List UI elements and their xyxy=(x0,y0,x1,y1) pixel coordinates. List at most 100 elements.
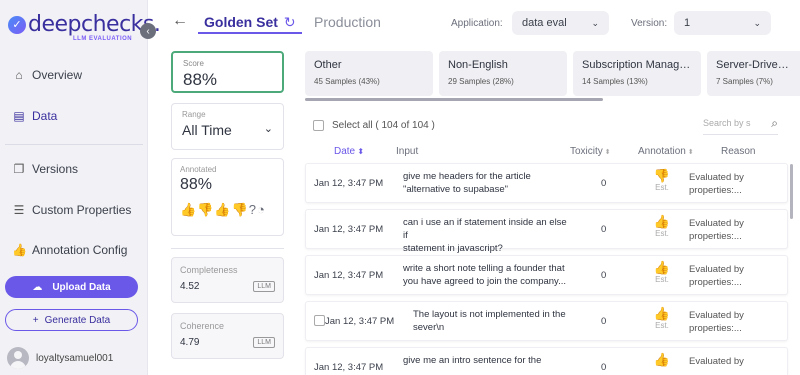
thumbs-up-outline-icon[interactable]: 👍 xyxy=(214,202,231,217)
property-name: Completeness xyxy=(180,265,238,275)
application-select[interactable]: data eval ⌄ xyxy=(512,11,609,35)
question-icon[interactable]: ? xyxy=(249,202,257,217)
column-header-date[interactable]: Date ⬍ xyxy=(334,146,364,157)
logo[interactable]: ✓ deepchecks. xyxy=(8,12,161,37)
row-reason: Evaluated by xyxy=(689,355,744,368)
upload-data-button[interactable]: ☁ Upload Data xyxy=(5,276,138,298)
sidebar-divider xyxy=(5,144,143,145)
table-scrollbar[interactable] xyxy=(790,164,793,219)
row-reason: Evaluated by properties:... xyxy=(689,217,744,243)
category-samples: 7 Samples (7%) xyxy=(716,77,773,86)
score-title: Score xyxy=(183,59,204,68)
row-reason-line: Evaluated by xyxy=(689,172,744,183)
category-scrollbar[interactable] xyxy=(305,98,603,101)
table-row[interactable]: Jan 12, 3:47 PM The layout is not implem… xyxy=(305,301,788,341)
username: loyaltysamuel001 xyxy=(36,352,114,364)
row-date: Jan 12, 3:47 PM xyxy=(314,178,384,189)
category-samples: 29 Samples (28%) xyxy=(448,77,514,86)
sidebar-item-data[interactable]: ▤ Data xyxy=(12,109,57,123)
clock-icon[interactable]: ◔ xyxy=(257,202,266,217)
category-name: Non-English xyxy=(448,59,508,71)
user-profile[interactable]: loyaltysamuel001 xyxy=(7,347,113,369)
category-name: Other xyxy=(314,59,342,71)
sidebar-item-label: Custom Properties xyxy=(32,203,132,217)
thumbs-down-filled-icon[interactable]: 👎 xyxy=(197,202,214,217)
row-annotation[interactable]: 👍 Est. xyxy=(650,307,674,331)
table-row[interactable]: Jan 12, 3:47 PM can i use an if statemen… xyxy=(305,209,788,254)
search-input[interactable]: Search by s ⌕ xyxy=(703,116,778,135)
category-card-other[interactable]: Other 45 Samples (43%) xyxy=(305,51,433,96)
category-card-subscription[interactable]: Subscription Manage… 14 Samples (13%) xyxy=(573,51,701,96)
sort-icon: ⬍ xyxy=(687,149,694,156)
range-select[interactable]: Range All Time ⌄ xyxy=(171,103,284,150)
logo-subtitle: LLM EVALUATION xyxy=(73,36,133,42)
version-select[interactable]: 1 ⌄ xyxy=(674,11,771,35)
sidebar-item-label: Overview xyxy=(32,68,83,82)
sort-icon: ⬍ xyxy=(604,149,611,156)
sidebar-item-versions[interactable]: ❐ Versions xyxy=(12,162,78,176)
row-annotation[interactable]: 👎 Est. xyxy=(650,169,674,193)
table-row[interactable]: Jan 12, 3:47 PM give me headers for the … xyxy=(305,163,788,203)
row-input: write a short note telling a founder tha… xyxy=(403,262,573,288)
upload-data-label: Upload Data xyxy=(52,281,111,293)
chevron-left-icon: ‹ xyxy=(146,25,150,37)
annotated-card: Annotated 88% 👍👎👍👎?◔ xyxy=(171,158,284,236)
category-name: Subscription Manage… xyxy=(582,59,692,71)
score-card[interactable]: Score 88% xyxy=(171,51,284,93)
property-card-coherence[interactable]: Coherence 4.79 LLM xyxy=(171,313,284,359)
column-header-input: Input xyxy=(396,146,418,157)
select-all-label: Select all ( 104 of 104 ) xyxy=(332,120,435,131)
row-annotation[interactable]: 👍 xyxy=(650,353,674,367)
row-input: The layout is not implemented in the seve… xyxy=(413,308,583,334)
sidebar-item-overview[interactable]: ⌂ Overview xyxy=(12,68,82,82)
generate-data-button[interactable]: + Generate Data xyxy=(5,309,138,331)
table-row[interactable]: Jan 12, 3:47 PM write a short note telli… xyxy=(305,255,788,295)
row-input: give me headers for the article "alternat… xyxy=(403,170,573,196)
row-reason-line: properties:... xyxy=(689,277,742,288)
copy-icon: ❐ xyxy=(13,162,25,176)
collapse-sidebar-button[interactable]: ‹ xyxy=(140,23,156,39)
row-annotation[interactable]: 👍 Est. xyxy=(650,215,674,239)
table-row[interactable]: Jan 12, 3:47 PM give me an intro sentenc… xyxy=(305,347,788,375)
row-reason: Evaluated by properties:... xyxy=(689,171,744,197)
column-header-label: Reason xyxy=(721,146,756,157)
score-value: 88% xyxy=(183,70,218,89)
table-icon: ▤ xyxy=(13,109,25,123)
column-header-toxicity[interactable]: Toxicity ⬍ xyxy=(570,146,611,157)
column-header-label: Date xyxy=(334,146,356,157)
column-header-annotation[interactable]: Annotation ⬍ xyxy=(638,146,694,157)
thumbs-up-filled-icon[interactable]: 👍 xyxy=(180,202,197,217)
search-placeholder: Search by s xyxy=(703,118,751,128)
cloud-upload-icon: ☁ xyxy=(32,281,43,293)
tab-golden-set-label: Golden Set xyxy=(204,14,278,30)
property-card-completeness[interactable]: Completeness 4.52 LLM xyxy=(171,257,284,303)
row-reason-line: Evaluated by xyxy=(689,310,744,321)
row-input-line: you have agreed to join the company... xyxy=(403,276,567,287)
row-input-line: sever\n xyxy=(413,322,445,333)
row-reason-line: properties:... xyxy=(689,231,742,242)
select-all[interactable]: Select all ( 104 of 104 ) xyxy=(313,120,435,131)
row-reason-line: Evaluated by xyxy=(689,264,744,275)
column-header-label: Toxicity xyxy=(570,146,603,157)
sidebar-item-annotation-config[interactable]: 👍 Annotation Config xyxy=(12,243,127,257)
sidebar-item-custom-properties[interactable]: ☰ Custom Properties xyxy=(12,203,132,217)
category-card-server-driven-ui[interactable]: Server-Driven UI 7 Samples (7%) xyxy=(707,51,800,96)
plus-icon: + xyxy=(32,314,39,326)
tab-golden-set[interactable]: Golden Set ↻ xyxy=(198,12,302,34)
application-select-value: data eval xyxy=(522,17,567,29)
row-checkbox[interactable] xyxy=(314,315,325,326)
select-all-checkbox[interactable] xyxy=(313,120,324,131)
row-input-line: give me an intro sentence for the xyxy=(403,355,542,366)
category-card-non-english[interactable]: Non-English 29 Samples (28%) xyxy=(439,51,567,96)
home-icon: ⌂ xyxy=(15,68,23,82)
back-arrow-icon[interactable]: ← xyxy=(172,12,188,30)
tab-production[interactable]: Production xyxy=(314,14,381,30)
logo-mark-icon: ✓ xyxy=(8,15,26,34)
search-icon[interactable]: ⌕ xyxy=(771,116,778,131)
refresh-icon[interactable]: ↻ xyxy=(284,14,296,31)
row-annotation[interactable]: 👍 Est. xyxy=(650,261,674,285)
llm-badge: LLM xyxy=(253,337,275,348)
category-samples: 45 Samples (43%) xyxy=(314,77,380,86)
row-reason-line: Evaluated by xyxy=(689,356,744,367)
thumbs-down-outline-icon[interactable]: 👎 xyxy=(232,202,249,217)
